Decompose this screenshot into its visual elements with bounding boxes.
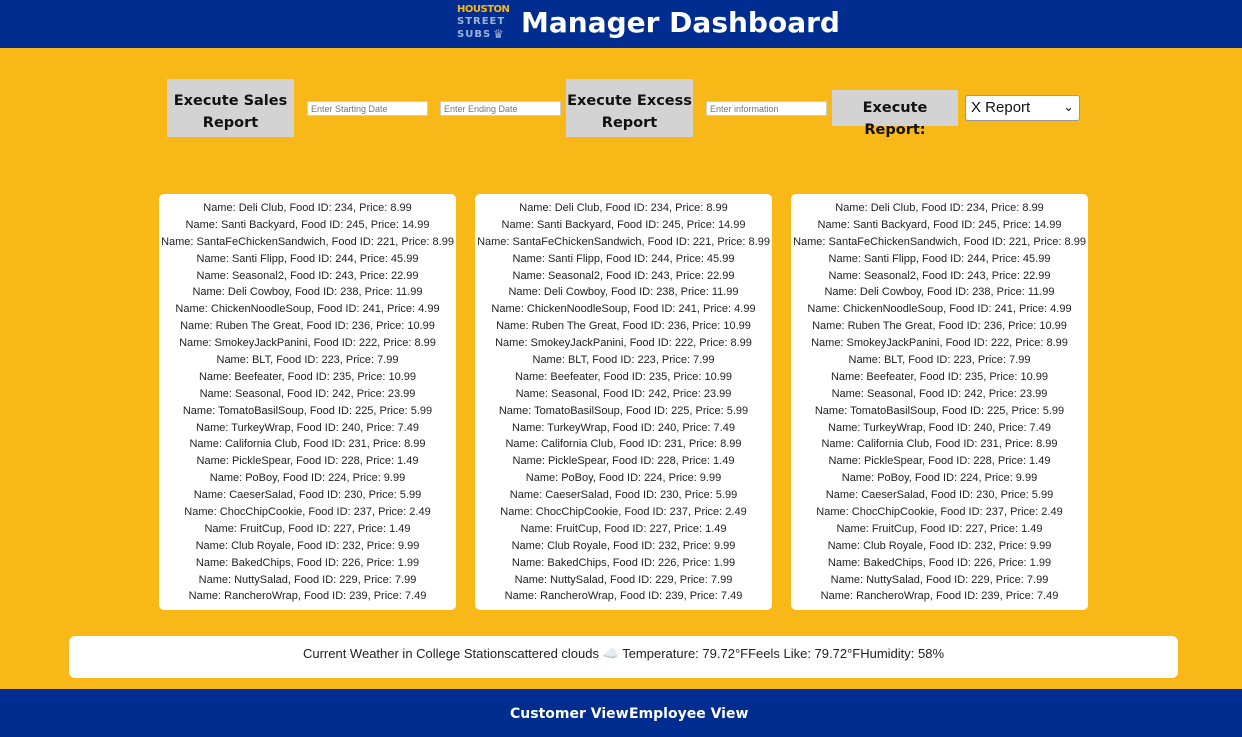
list-item: Name: Club Royale, Food ID: 232, Price: … — [511, 539, 736, 552]
list-item: Name: CaeserSalad, Food ID: 230, Price: … — [825, 489, 1054, 502]
list-item: Name: Deli Club, Food ID: 234, Price: 8.… — [519, 202, 728, 214]
list-item: Name: BakedChips, Food ID: 226, Price: 1… — [511, 556, 736, 569]
list-item: Name: Ruben The Great, Food ID: 236, Pri… — [812, 320, 1067, 333]
menu-list-panel-3: Name: Deli Club, Food ID: 234, Price: 8.… — [791, 194, 1088, 610]
houston-street-subs-logo: HOUSTON STREET SUBS ♛ — [457, 4, 510, 41]
list-item: Name: Seasonal2, Food ID: 243, Price: 22… — [512, 269, 735, 282]
list-item: Name: PoBoy, Food ID: 224, Price: 9.99 — [209, 472, 406, 485]
employee-view-link[interactable]: Employee View — [629, 705, 748, 723]
list-item: Name: Seasonal, Food ID: 242, Price: 23.… — [199, 387, 416, 400]
cloud-icon: ☁️ — [602, 646, 619, 661]
list-item: Name: SmokeyJackPanini, Food ID: 222, Pr… — [179, 337, 436, 350]
list-item: Name: Deli Club, Food ID: 234, Price: 8.… — [835, 202, 1044, 214]
list-item: Name: NuttySalad, Food ID: 229, Price: 7… — [198, 573, 417, 586]
list-item: Name: PoBoy, Food ID: 224, Price: 9.99 — [525, 472, 722, 485]
report-type-selected: X Report — [971, 99, 1031, 116]
list-item: Name: PickleSpear, Food ID: 228, Price: … — [196, 455, 419, 468]
weather-location-text: Current Weather in College Stationscatte… — [302, 646, 599, 661]
list-item: Name: Club Royale, Food ID: 232, Price: … — [827, 539, 1052, 552]
list-item: Name: FruitCup, Food ID: 227, Price: 1.4… — [204, 522, 411, 535]
list-item: Name: Santi Backyard, Food ID: 245, Pric… — [501, 218, 746, 231]
list-item: Name: Beefeater, Food ID: 235, Price: 10… — [198, 370, 417, 383]
list-item: Name: TomatoBasilSoup, Food ID: 225, Pri… — [182, 404, 433, 417]
list-item: Name: Deli Cowboy, Food ID: 238, Price: … — [508, 286, 739, 299]
list-item: Name: NuttySalad, Food ID: 229, Price: 7… — [830, 573, 1049, 586]
page-title: Manager Dashboard — [521, 6, 840, 39]
list-item: Name: FruitCup, Food ID: 227, Price: 1.4… — [520, 522, 727, 535]
list-item: Name: California Club, Food ID: 231, Pri… — [189, 438, 426, 451]
list-item: Name: Santi Backyard, Food ID: 245, Pric… — [185, 218, 430, 231]
list-item: Name: ChocChipCookie, Food ID: 237, Pric… — [184, 506, 431, 519]
list-item: Name: Beefeater, Food ID: 235, Price: 10… — [514, 370, 733, 383]
list-item: Name: Ruben The Great, Food ID: 236, Pri… — [180, 320, 435, 333]
chevron-down-icon: ⌄ — [1063, 99, 1074, 114]
list-item: Name: PickleSpear, Food ID: 228, Price: … — [828, 455, 1051, 468]
list-item: Name: BLT, Food ID: 223, Price: 7.99 — [216, 354, 399, 367]
list-item: Name: California Club, Food ID: 231, Pri… — [505, 438, 742, 451]
list-item: Name: ChocChipCookie, Food ID: 237, Pric… — [816, 506, 1063, 519]
list-item: Name: Club Royale, Food ID: 232, Price: … — [195, 539, 420, 552]
list-item: Name: Seasonal2, Food ID: 243, Price: 22… — [196, 269, 419, 282]
list-item: Name: SantaFeChickenSandwich, Food ID: 2… — [793, 235, 1086, 248]
list-item: Name: SmokeyJackPanini, Food ID: 222, Pr… — [811, 337, 1068, 350]
list-item: Name: PickleSpear, Food ID: 228, Price: … — [512, 455, 735, 468]
list-item: Name: TurkeyWrap, Food ID: 240, Price: 7… — [828, 421, 1051, 434]
list-item: Name: Santi Backyard, Food ID: 245, Pric… — [817, 218, 1062, 231]
weather-details-text: Temperature: 79.72°FFeels Like: 79.72°FH… — [622, 646, 945, 661]
list-item: Name: RancheroWrap, Food ID: 239, Price:… — [820, 590, 1059, 603]
list-item: Name: CaeserSalad, Food ID: 230, Price: … — [509, 489, 738, 502]
list-item: Name: Seasonal, Food ID: 242, Price: 23.… — [831, 387, 1048, 400]
execute-sales-report-button[interactable]: Execute Sales Report — [167, 79, 294, 137]
list-item: Name: CaeserSalad, Food ID: 230, Price: … — [193, 489, 422, 502]
customer-view-link[interactable]: Customer View — [510, 705, 629, 723]
ending-date-input[interactable] — [440, 101, 561, 116]
menu-list-panel-2: Name: Deli Club, Food ID: 234, Price: 8.… — [475, 194, 772, 610]
list-item: Name: ChocChipCookie, Food ID: 237, Pric… — [500, 506, 747, 519]
list-item: Name: California Club, Food ID: 231, Pri… — [821, 438, 1058, 451]
list-item: Name: Beefeater, Food ID: 235, Price: 10… — [830, 370, 1049, 383]
list-item: Name: TomatoBasilSoup, Food ID: 225, Pri… — [814, 404, 1065, 417]
list-item: Name: TurkeyWrap, Food ID: 240, Price: 7… — [196, 421, 419, 434]
list-item: Name: TomatoBasilSoup, Food ID: 225, Pri… — [498, 404, 749, 417]
list-item: Name: ChickenNoodleSoup, Food ID: 241, P… — [175, 303, 440, 316]
execute-report-button[interactable]: Execute Report: — [832, 90, 958, 138]
header-bar: HOUSTON STREET SUBS ♛ Manager Dashboard — [0, 0, 1242, 48]
list-item: Name: NuttySalad, Food ID: 229, Price: 7… — [514, 573, 733, 586]
list-item: Name: RancheroWrap, Food ID: 239, Price:… — [188, 590, 427, 603]
list-item: Name: Santi Flipp, Food ID: 244, Price: … — [828, 252, 1051, 265]
starting-date-input[interactable] — [307, 101, 428, 116]
list-item: Name: BLT, Food ID: 223, Price: 7.99 — [848, 354, 1031, 367]
list-item: Name: SmokeyJackPanini, Food ID: 222, Pr… — [495, 337, 752, 350]
list-item: Name: TurkeyWrap, Food ID: 240, Price: 7… — [512, 421, 735, 434]
list-item: Name: Deli Cowboy, Food ID: 238, Price: … — [192, 286, 423, 299]
list-item: Name: Santi Flipp, Food ID: 244, Price: … — [512, 252, 735, 265]
report-type-select[interactable]: X Report ⌄ — [965, 95, 1080, 121]
list-item: Name: Deli Club, Food ID: 234, Price: 8.… — [203, 202, 412, 214]
list-item: Name: ChickenNoodleSoup, Food ID: 241, P… — [807, 303, 1072, 316]
list-item: Name: Ruben The Great, Food ID: 236, Pri… — [496, 320, 751, 333]
list-item: Name: BakedChips, Food ID: 226, Price: 1… — [195, 556, 420, 569]
list-item: Name: Seasonal, Food ID: 242, Price: 23.… — [515, 387, 732, 400]
list-item: Name: Seasonal2, Food ID: 243, Price: 22… — [828, 269, 1051, 282]
execute-excess-report-button[interactable]: Execute Excess Report — [566, 79, 693, 137]
list-item: Name: FruitCup, Food ID: 227, Price: 1.4… — [836, 522, 1043, 535]
list-item: Name: BakedChips, Food ID: 226, Price: 1… — [827, 556, 1052, 569]
footer-bar: Customer View Employee View — [0, 689, 1242, 737]
menu-list-panel-1: Name: Deli Club, Food ID: 234, Price: 8.… — [159, 194, 456, 610]
information-input[interactable] — [706, 101, 827, 116]
list-item: Name: ChickenNoodleSoup, Food ID: 241, P… — [491, 303, 756, 316]
list-item: Name: BLT, Food ID: 223, Price: 7.99 — [532, 354, 715, 367]
weather-bar: Current Weather in College Stationscatte… — [69, 636, 1178, 678]
list-item: Name: PoBoy, Food ID: 224, Price: 9.99 — [841, 472, 1038, 485]
crown-icon: ♛ — [493, 27, 504, 41]
list-item: Name: Santi Flipp, Food ID: 244, Price: … — [196, 252, 419, 265]
list-item: Name: Deli Cowboy, Food ID: 238, Price: … — [824, 286, 1055, 299]
list-item: Name: SantaFeChickenSandwich, Food ID: 2… — [161, 235, 454, 248]
list-item: Name: RancheroWrap, Food ID: 239, Price:… — [504, 590, 743, 603]
list-item: Name: SantaFeChickenSandwich, Food ID: 2… — [477, 235, 770, 248]
